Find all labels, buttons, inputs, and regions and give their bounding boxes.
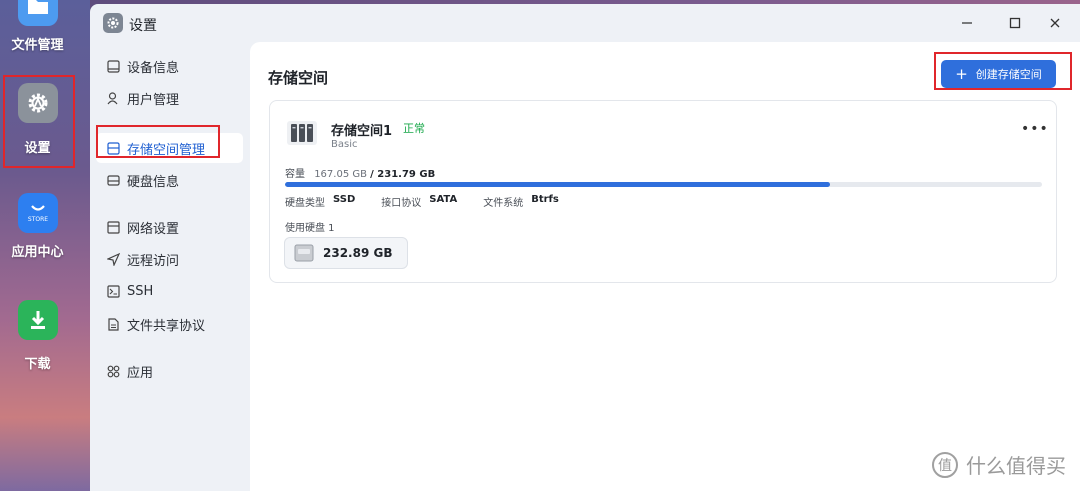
desktop-app-label: 应用中心 <box>11 245 64 260</box>
sidebar-item-label: 应用 <box>127 365 154 381</box>
disk-type-label: 硬盘类型 <box>285 198 325 209</box>
desktop-app-label: 文件管理 <box>11 38 64 53</box>
folder-icon <box>17 0 58 26</box>
plus-icon: + <box>955 64 968 83</box>
disk-size: 232.89 GB <box>323 246 393 260</box>
watermark-logo: 值 <box>932 451 958 478</box>
store-bag-icon: STORE <box>17 193 58 233</box>
interface-label: 接口协议 <box>381 198 422 209</box>
settings-gear-icon <box>17 83 58 123</box>
send-arrow-icon <box>106 252 120 266</box>
disk-icon <box>106 173 120 187</box>
capacity-progress-bar <box>285 182 1042 187</box>
sidebar-item-ssh[interactable]: SSH <box>96 276 243 306</box>
disk-type-value: SSD <box>333 194 356 205</box>
close-icon[interactable] <box>1045 13 1065 33</box>
capacity-used: 167.05 GB <box>314 169 367 180</box>
server-icon <box>285 117 319 149</box>
status-badge: 正常 <box>403 122 425 135</box>
desktop-app-settings[interactable]: 设置 <box>0 83 75 156</box>
pool-type: Basic <box>331 139 358 150</box>
filesystem-value: Btrfs <box>531 194 559 205</box>
maximize-icon[interactable] <box>1005 13 1025 33</box>
sidebar-item-disk-info[interactable]: 硬盘信息 <box>96 165 243 195</box>
capacity-progress-fill <box>285 182 831 187</box>
settings-window: 设置 设备信息 用户管理 存储空间管理 硬盘信息 网络设置 远程访问 SSH 文… <box>90 4 1080 491</box>
file-share-icon <box>106 317 120 331</box>
minimize-icon[interactable] <box>957 13 977 33</box>
disk-chip[interactable]: 232.89 GB <box>284 237 408 269</box>
desktop-app-file-manager[interactable]: 文件管理 <box>0 0 75 53</box>
sidebar-item-label: 文件共享协议 <box>127 318 206 334</box>
window-titlebar: 设置 <box>90 4 1080 42</box>
more-options-icon[interactable]: ••• <box>1021 121 1049 137</box>
desktop-app-download[interactable]: 下载 <box>0 300 75 372</box>
sidebar-item-apps[interactable]: 应用 <box>96 356 243 386</box>
capacity-line: 容量 167.05 GB / 231.79 GB <box>285 165 435 180</box>
desktop-app-label: 下载 <box>24 357 51 372</box>
terminal-icon <box>106 284 120 298</box>
sidebar-item-label: 设备信息 <box>127 60 180 76</box>
sidebar-item-user-management[interactable]: 用户管理 <box>96 83 243 113</box>
user-icon <box>106 91 120 105</box>
pool-name: 存储空间1 <box>331 124 393 139</box>
device-info-icon <box>106 59 120 73</box>
sidebar-item-label: 存储空间管理 <box>127 142 206 158</box>
filesystem-label: 文件系统 <box>483 198 524 209</box>
download-icon <box>17 300 58 340</box>
page-title: 存储空间 <box>268 69 329 87</box>
capacity-total: / 231.79 GB <box>370 169 436 180</box>
apps-icon <box>106 364 120 378</box>
sidebar-item-remote-access[interactable]: 远程访问 <box>96 244 243 274</box>
sidebar-item-device-info[interactable]: 设备信息 <box>96 51 243 81</box>
sidebar-item-label: 网络设置 <box>127 221 180 237</box>
storage-icon <box>106 141 120 155</box>
used-disks-label: 使用硬盘 1 <box>285 223 335 234</box>
watermark: 值 什么值得买 <box>932 450 1066 479</box>
interface-value: SATA <box>429 194 458 205</box>
sidebar-item-label: 硬盘信息 <box>127 174 180 190</box>
desktop-app-label: 设置 <box>24 141 51 156</box>
create-storage-label: 创建存储空间 <box>975 68 1042 81</box>
store-icon-text: STORE <box>27 216 47 223</box>
watermark-text: 什么值得买 <box>966 454 1066 478</box>
ssd-icon <box>294 244 314 262</box>
storage-pool-card[interactable]: 存储空间1 正常 Basic ••• 容量 167.05 GB / 231.79… <box>269 100 1057 283</box>
main-panel: 存储空间 + 创建存储空间 存储空间1 正常 Basic ••• 容量 167.… <box>250 42 1080 491</box>
sidebar-item-label: 用户管理 <box>127 92 180 108</box>
capacity-label: 容量 <box>285 169 305 180</box>
sidebar-item-label: SSH <box>127 283 154 299</box>
settings-gear-icon <box>103 13 123 33</box>
desktop-app-store[interactable]: STORE 应用中心 <box>0 193 75 260</box>
sidebar-item-storage-management[interactable]: 存储空间管理 <box>96 133 243 163</box>
sidebar-item-label: 远程访问 <box>127 253 180 269</box>
sidebar-item-file-sharing[interactable]: 文件共享协议 <box>96 309 243 339</box>
settings-sidebar: 设备信息 用户管理 存储空间管理 硬盘信息 网络设置 远程访问 SSH 文件共享… <box>90 42 250 491</box>
create-storage-button[interactable]: + 创建存储空间 <box>941 60 1056 88</box>
desktop-dock: 文件管理 设置 STORE 应用中心 下载 <box>0 0 90 491</box>
window-title: 设置 <box>129 18 157 34</box>
network-icon <box>106 220 120 234</box>
pool-specs: 硬盘类型 SSD 接口协议 SATA 文件系统 Btrfs <box>285 194 585 209</box>
sidebar-item-network[interactable]: 网络设置 <box>96 212 243 242</box>
